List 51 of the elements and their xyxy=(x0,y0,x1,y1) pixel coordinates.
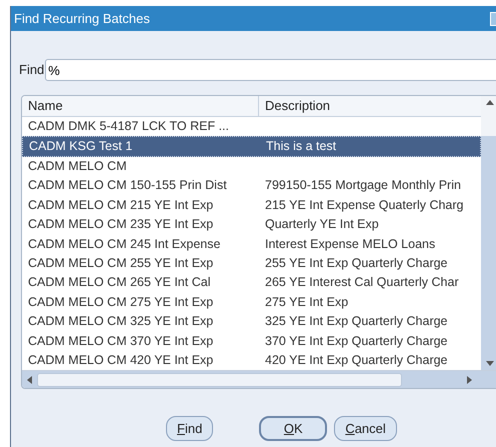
table-row[interactable]: CADM KSG Test 1 This is a test xyxy=(22,136,481,157)
column-header[interactable]: Name xyxy=(22,96,259,116)
table-cell-text: CADM MELO CM xyxy=(27,158,128,176)
table-cell-text: 370 YE Int Exp Quarterly Charge xyxy=(264,332,448,350)
table-cell-text: 215 YE Int Expense Quaterly Charg xyxy=(264,196,464,214)
table-cell-text: Quarterly YE Int Exp xyxy=(264,216,379,234)
table-row[interactable]: CADM MELO CM 215 YE Int Exp 215 YE Int Expense Quaterly Charg xyxy=(22,196,481,215)
scroll-left-icon[interactable] xyxy=(27,376,32,384)
table-row[interactable]: CADM MELO CM 370 YE Int Exp 370 YE Int Exp Quarterly Charge xyxy=(22,331,481,351)
table-cell-text: CADM MELO CM 370 YE Int Exp xyxy=(27,332,214,350)
table-row[interactable]: CADM MELO CM 245 Int Expense Interest Expense MELO Loans xyxy=(22,234,481,254)
table-row[interactable]: CADM MELO CM 420 YE Int Exp 420 YE Int Exp Quarterly Charge xyxy=(22,350,481,370)
table-cell-text: 420 YE Int Exp Quarterly Charge xyxy=(264,352,448,369)
table-cell-text: CADM MELO CM 235 YE Int Exp xyxy=(27,216,214,234)
table-cell-text: 325 YE Int Exp Quarterly Charge xyxy=(264,313,448,330)
table-row[interactable]: CADM MELO CM xyxy=(22,156,481,176)
table-cell-text: CADM MELO CM 275 YE Int Exp xyxy=(27,294,214,311)
window-title: Find Recurring Batches xyxy=(13,10,150,28)
scroll-up-icon[interactable] xyxy=(486,100,494,105)
find-label: Find xyxy=(19,61,44,80)
ok-button[interactable]: OK xyxy=(259,416,328,441)
table-row[interactable]: CADM MELO CM 235 YE Int Exp Quarterly YE Int Exp xyxy=(22,214,481,234)
table-cell-text: 255 YE Int Exp Quarterly Charge xyxy=(264,255,448,272)
table-row[interactable]: CADM MELO CM 265 YE Int Cal 265 YE Interest Cal Quarterly Char xyxy=(22,273,481,292)
table-cell-text: CADM MELO CM 420 YE Int Exp xyxy=(27,352,214,369)
table-row[interactable]: CADM MELO CM 275 YE Int Exp 275 YE Int Exp xyxy=(22,292,481,312)
horizontal-scrollbar[interactable] xyxy=(22,370,496,388)
table-cell-text: CADM DMK 5-4187 LCK TO REF ... xyxy=(27,118,230,136)
table-row[interactable]: CADM MELO CM 325 YE Int Exp 325 YE Int Exp Quarterly Charge xyxy=(22,312,481,332)
table-row[interactable]: CADM DMK 5-4187 LCK TO REF ... xyxy=(22,116,481,136)
column-header[interactable]: Description xyxy=(259,96,481,116)
table-cell-text: CADM MELO CM 215 YE Int Exp xyxy=(27,196,214,214)
table-cell-text: CADM MELO CM 245 Int Expense xyxy=(27,236,222,253)
find-button[interactable]: Find xyxy=(166,416,214,441)
table-cell-text: 799150-155 Mortgage Monthly Prin xyxy=(264,177,461,194)
table-row[interactable]: CADM MELO CM 150-155 Prin Dist 799150-155 Mortgage Monthly Prin xyxy=(22,176,481,196)
scroll-right-icon[interactable] xyxy=(467,376,472,384)
table-cell-text: CADM MELO CM 150-155 Prin Dist xyxy=(27,177,228,194)
cancel-button[interactable]: Cancel xyxy=(334,416,397,441)
table-cell-text: 265 YE Interest Cal Quarterly Char xyxy=(264,274,459,292)
table-cell-text: This is a test xyxy=(265,138,336,156)
table-cell-text: CADM MELO CM 255 YE Int Exp xyxy=(27,255,214,272)
vertical-scrollbar[interactable] xyxy=(481,96,496,370)
table-cell-text: 275 YE Int Exp xyxy=(264,294,348,311)
table-cell-text: CADM KSG Test 1 xyxy=(28,138,134,156)
table-cell-text: CADM MELO CM 265 YE Int Cal xyxy=(27,274,212,292)
scroll-thumb[interactable] xyxy=(37,372,402,386)
table-cell-text: CADM MELO CM 325 YE Int Exp xyxy=(27,313,214,330)
find-field[interactable]: % xyxy=(45,59,496,81)
table-cell-text: Interest Expense MELO Loans xyxy=(264,236,436,253)
table-row[interactable]: CADM MELO CM 255 YE Int Exp 255 YE Int Exp Quarterly Charge xyxy=(22,254,481,274)
